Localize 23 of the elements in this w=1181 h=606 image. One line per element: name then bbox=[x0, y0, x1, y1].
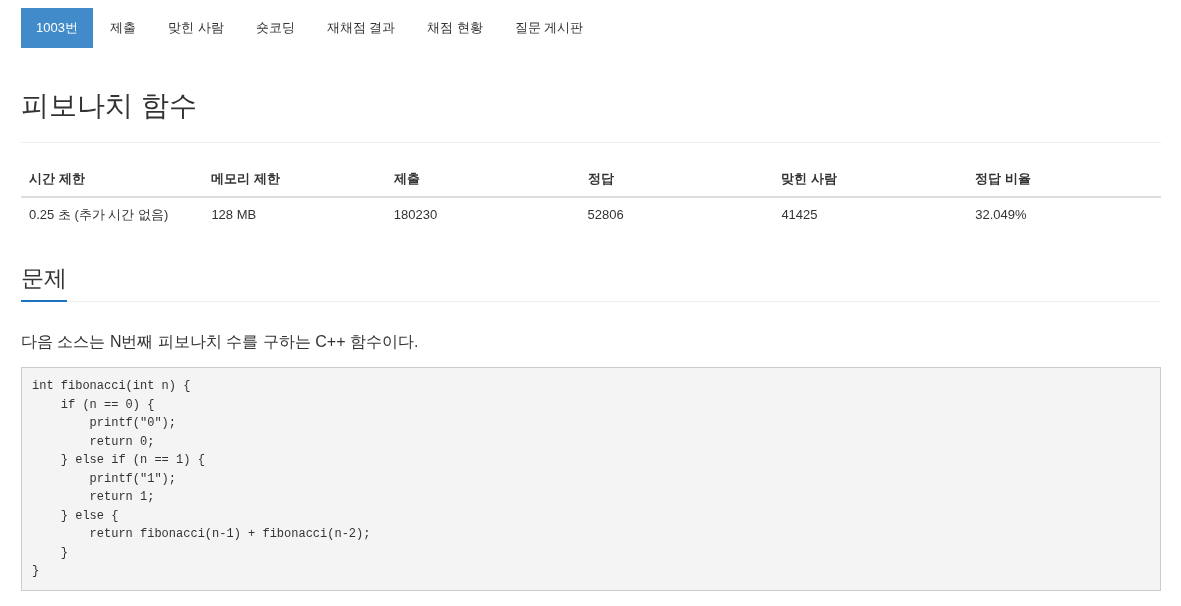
table-cell: 128 MB bbox=[203, 197, 386, 232]
table-cell: 0.25 초 (추가 시간 없음) bbox=[21, 197, 204, 232]
nav-tab[interactable]: 맞힌 사람 bbox=[152, 8, 239, 48]
table-cell: 180230 bbox=[385, 197, 580, 232]
column-header: 시간 제한 bbox=[21, 162, 204, 197]
table-cell: 41425 bbox=[773, 197, 968, 232]
section-heading: 문제 bbox=[21, 263, 67, 302]
column-header: 맞힌 사람 bbox=[773, 162, 968, 197]
code-block: int fibonacci(int n) { if (n == 0) { printf("0"); return 0; } else if (n == 1) { printf("1"); return 1; } else { return fibonacci(n-1) + fibonacci(n-2); } } bbox=[21, 367, 1161, 591]
column-header: 메모리 제한 bbox=[203, 162, 386, 197]
nav-tab[interactable]: 질문 게시판 bbox=[499, 8, 599, 48]
table-cell: 52806 bbox=[579, 197, 774, 232]
problem-description: 다음 소스는 N번째 피보나치 수를 구하는 C++ 함수이다. bbox=[21, 332, 420, 352]
problem-title: 피보나치 함수 bbox=[21, 90, 198, 121]
nav-tab[interactable]: 제출 bbox=[94, 8, 151, 48]
nav-tab[interactable]: 숏코딩 bbox=[240, 8, 310, 48]
nav-tab[interactable]: 채점 현황 bbox=[412, 8, 498, 48]
column-header: 정답 bbox=[579, 162, 774, 197]
nav-tab[interactable]: 재채점 결과 bbox=[311, 8, 411, 48]
column-header: 제출 bbox=[385, 162, 580, 197]
column-header: 정답 비율 bbox=[967, 162, 1161, 197]
nav-tab[interactable]: 1003번 bbox=[21, 8, 93, 48]
table-cell: 32.049% bbox=[967, 197, 1161, 232]
